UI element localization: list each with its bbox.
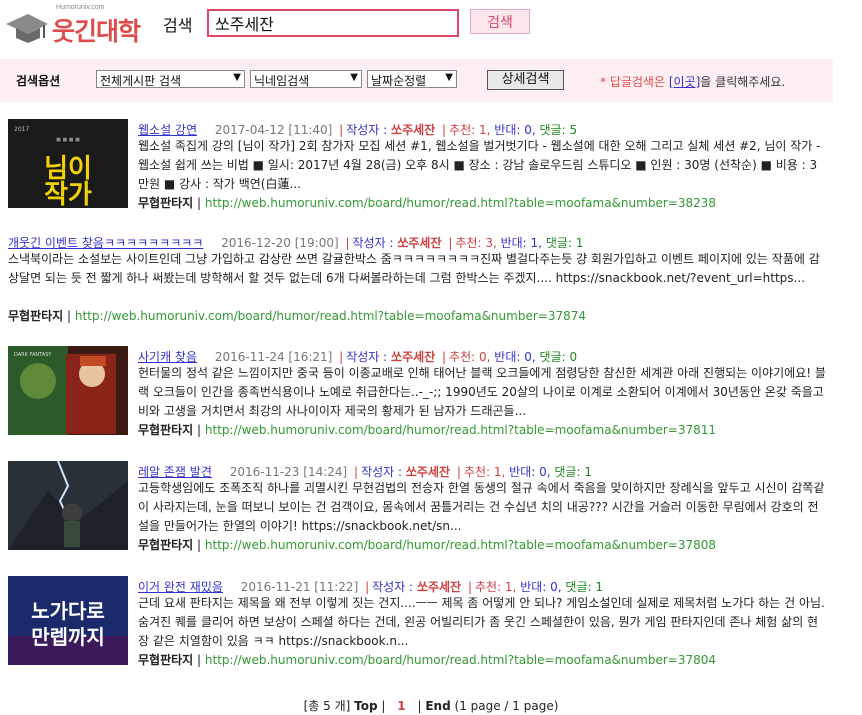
svg-text:작가: 작가 [44, 180, 92, 208]
result-snippet: 스낵북이라는 소설보는 사이트인데 그냥 가입하고 감상란 쓰면 갈귤한박스 줌… [8, 252, 820, 285]
result-source: 무협판타지 | http://web.humoruniv.com/board/h… [8, 309, 586, 323]
result-url[interactable]: http://web.humoruniv.com/board/humor/rea… [205, 538, 716, 552]
page-info: (1 page / 1 page) [454, 699, 559, 713]
result-oppose: 반대: 1, [500, 236, 542, 250]
result-snippet: 웹소설 족집게 강의 [님이 작가] 2회 참가자 모집 세션 #1, 웹소설을… [138, 139, 821, 191]
result-date: 2017-04-12 [11:40] [214, 123, 333, 137]
name-select-value: 닉네임검색 [254, 74, 310, 88]
result-recommend: 추천: 3, [455, 236, 497, 250]
search-options-bar: 검색옵션 전체게시판 검색 ▼ 닉네임검색 ▼ 날짜순정렬 ▼ 상세검색 * 답… [0, 59, 833, 102]
result-source: 무협판타지 | http://web.humoruniv.com/board/h… [138, 196, 716, 210]
site-logo[interactable]: Humoruniv.com 웃긴대학 [4, 4, 156, 48]
total-count: [총 5 개] [303, 699, 351, 713]
result-title-link[interactable]: 개웃긴 이벤트 찾음ㅋㅋㅋㅋㅋㅋㅋㅋㅋ [8, 236, 203, 250]
result-board[interactable]: 무협판타지 [138, 653, 193, 667]
result-url[interactable]: http://web.humoruniv.com/board/humor/rea… [205, 653, 716, 667]
result-thumbnail[interactable] [8, 461, 128, 550]
result-title-link[interactable]: 이거 완전 재밌음 [138, 580, 223, 594]
logo-domain: Humoruniv.com [56, 4, 105, 11]
graduation-cap-icon [6, 14, 48, 43]
result-recommend: 추천: 1, [449, 123, 491, 137]
result-date: 2016-11-23 [14:24] [229, 465, 348, 479]
result-comments: 댓글: 5 [539, 123, 578, 137]
result-meta: 레알 존잼 발견 2016-11-23 [14:24] | 작성자 : 쏘주세잔 … [138, 465, 592, 479]
result-recommend: 추천: 1, [474, 580, 517, 594]
result-comments: 댓글: 0 [539, 350, 578, 364]
page-end-link[interactable]: End [425, 699, 450, 713]
result-author[interactable]: 쏘주세잔 [397, 236, 441, 250]
result-snippet: 헌터물의 정석 같은 느낌이지만 중국 등이 이종교배로 인해 태어난 블랙 오… [138, 366, 826, 418]
board-select[interactable]: 전체게시판 검색 ▼ [96, 70, 245, 88]
name-select[interactable]: 닉네임검색 ▼ [250, 70, 362, 88]
result-meta: 웹소설 강연 2017-04-12 [11:40] | 작성자 : 쏘주세잔 | 추… [138, 123, 578, 137]
result-oppose: 반대: 0, [520, 580, 562, 594]
result-date: 2016-11-21 [11:22] [240, 580, 359, 594]
result-meta: 이거 완전 재밌음 2016-11-21 [11:22] | 작성자 : 쏘주세잔… [138, 580, 603, 594]
result-source: 무협판타지 | http://web.humoruniv.com/board/h… [138, 423, 716, 437]
result-recommend: 추천: 1, [463, 465, 506, 479]
dropdown-arrow-icon: ▼ [445, 72, 453, 83]
result-author[interactable]: 쏘주세잔 [391, 350, 435, 364]
result-url[interactable]: http://web.humoruniv.com/board/humor/rea… [75, 309, 586, 323]
result-snippet: 근데 요새 판타지는 제목을 왜 전부 이렇게 짓는 건지....ㅡㅡ 제목 좀… [138, 596, 825, 648]
result-title-link[interactable]: 레알 존잼 발견 [138, 465, 212, 479]
result-author[interactable]: 쏘주세잔 [406, 465, 450, 479]
result-title-link[interactable]: 사기캐 찾음 [138, 350, 197, 364]
svg-text:■ ■ ■ ■: ■ ■ ■ ■ [56, 137, 80, 143]
result-date: 2016-11-24 [16:21] [214, 350, 333, 364]
result-recommend: 추천: 0, [449, 350, 491, 364]
result-oppose: 반대: 0, [509, 465, 551, 479]
result-board[interactable]: 무협판타지 [138, 196, 193, 210]
result-thumbnail[interactable]: 2017 ■ ■ ■ ■ 님이 작가 [8, 119, 128, 208]
result-board[interactable]: 무협판타지 [138, 538, 193, 552]
result-comments: 댓글: 1 [545, 236, 584, 250]
search-input[interactable] [207, 9, 459, 37]
result-thumbnail[interactable]: DARK FANTASY [8, 346, 128, 435]
dropdown-arrow-icon: ▼ [233, 72, 241, 83]
result-snippet: 고등학생임에도 조폭조직 하나를 괴멸시킨 무현검법의 전승자 한열 동생의 절… [138, 481, 825, 533]
result-oppose: 반대: 0, [494, 350, 536, 364]
result-date: 2016-12-20 [19:00] [221, 236, 339, 250]
result-meta: 사기캐 찾음 2016-11-24 [16:21] | 작성자 : 쏘주세잔 | 추… [138, 350, 578, 364]
logo-text: 웃긴대학 [52, 17, 141, 46]
result-source: 무협판타지 | http://web.humoruniv.com/board/h… [138, 653, 716, 667]
result-board[interactable]: 무협판타지 [8, 309, 63, 323]
pagination: [총 5 개] Top | 1 | End (1 page / 1 page) [303, 699, 559, 713]
reply-search-link[interactable]: [이곳] [669, 75, 700, 89]
result-author[interactable]: 쏘주세잔 [417, 580, 461, 594]
svg-text:만렙까지: 만렙까지 [31, 625, 105, 649]
result-thumbnail[interactable]: 노가다로 만렙까지 [8, 576, 128, 665]
sort-select[interactable]: 날짜순정렬 ▼ [367, 70, 457, 88]
page-top-link[interactable]: Top [354, 699, 377, 713]
svg-text:2017: 2017 [14, 126, 29, 133]
result-comments: 댓글: 1 [554, 465, 592, 479]
header: Humoruniv.com 웃긴대학 검색 검색 [0, 0, 862, 52]
search-label: 검색 [163, 16, 193, 35]
result-meta: 개웃긴 이벤트 찾음ㅋㅋㅋㅋㅋㅋㅋㅋㅋ 2016-12-20 [19:00] |… [8, 236, 584, 250]
result-url[interactable]: http://web.humoruniv.com/board/humor/rea… [205, 423, 716, 437]
svg-text:노가다로: 노가다로 [31, 599, 105, 623]
result-board[interactable]: 무협판타지 [138, 423, 193, 437]
advanced-search-button[interactable]: 상세검색 [487, 70, 564, 90]
dropdown-arrow-icon: ▼ [350, 72, 358, 83]
svg-text:DARK FANTASY: DARK FANTASY [14, 352, 52, 358]
board-select-value: 전체게시판 검색 [100, 74, 182, 88]
search-button[interactable]: 검색 [470, 9, 530, 34]
reply-search-note: * 답글검색은 [이곳]을 클릭해주세요. [600, 75, 786, 89]
result-comments: 댓글: 1 [565, 580, 603, 594]
result-author[interactable]: 쏘주세잔 [391, 123, 435, 137]
sort-select-value: 날짜순정렬 [371, 74, 427, 88]
result-url[interactable]: http://web.humoruniv.com/board/humor/rea… [205, 196, 716, 210]
current-page[interactable]: 1 [397, 699, 405, 713]
options-label: 검색옵션 [16, 74, 61, 88]
result-title-link[interactable]: 웹소설 강연 [138, 123, 197, 137]
result-source: 무협판타지 | http://web.humoruniv.com/board/h… [138, 538, 716, 552]
result-oppose: 반대: 0, [494, 123, 536, 137]
